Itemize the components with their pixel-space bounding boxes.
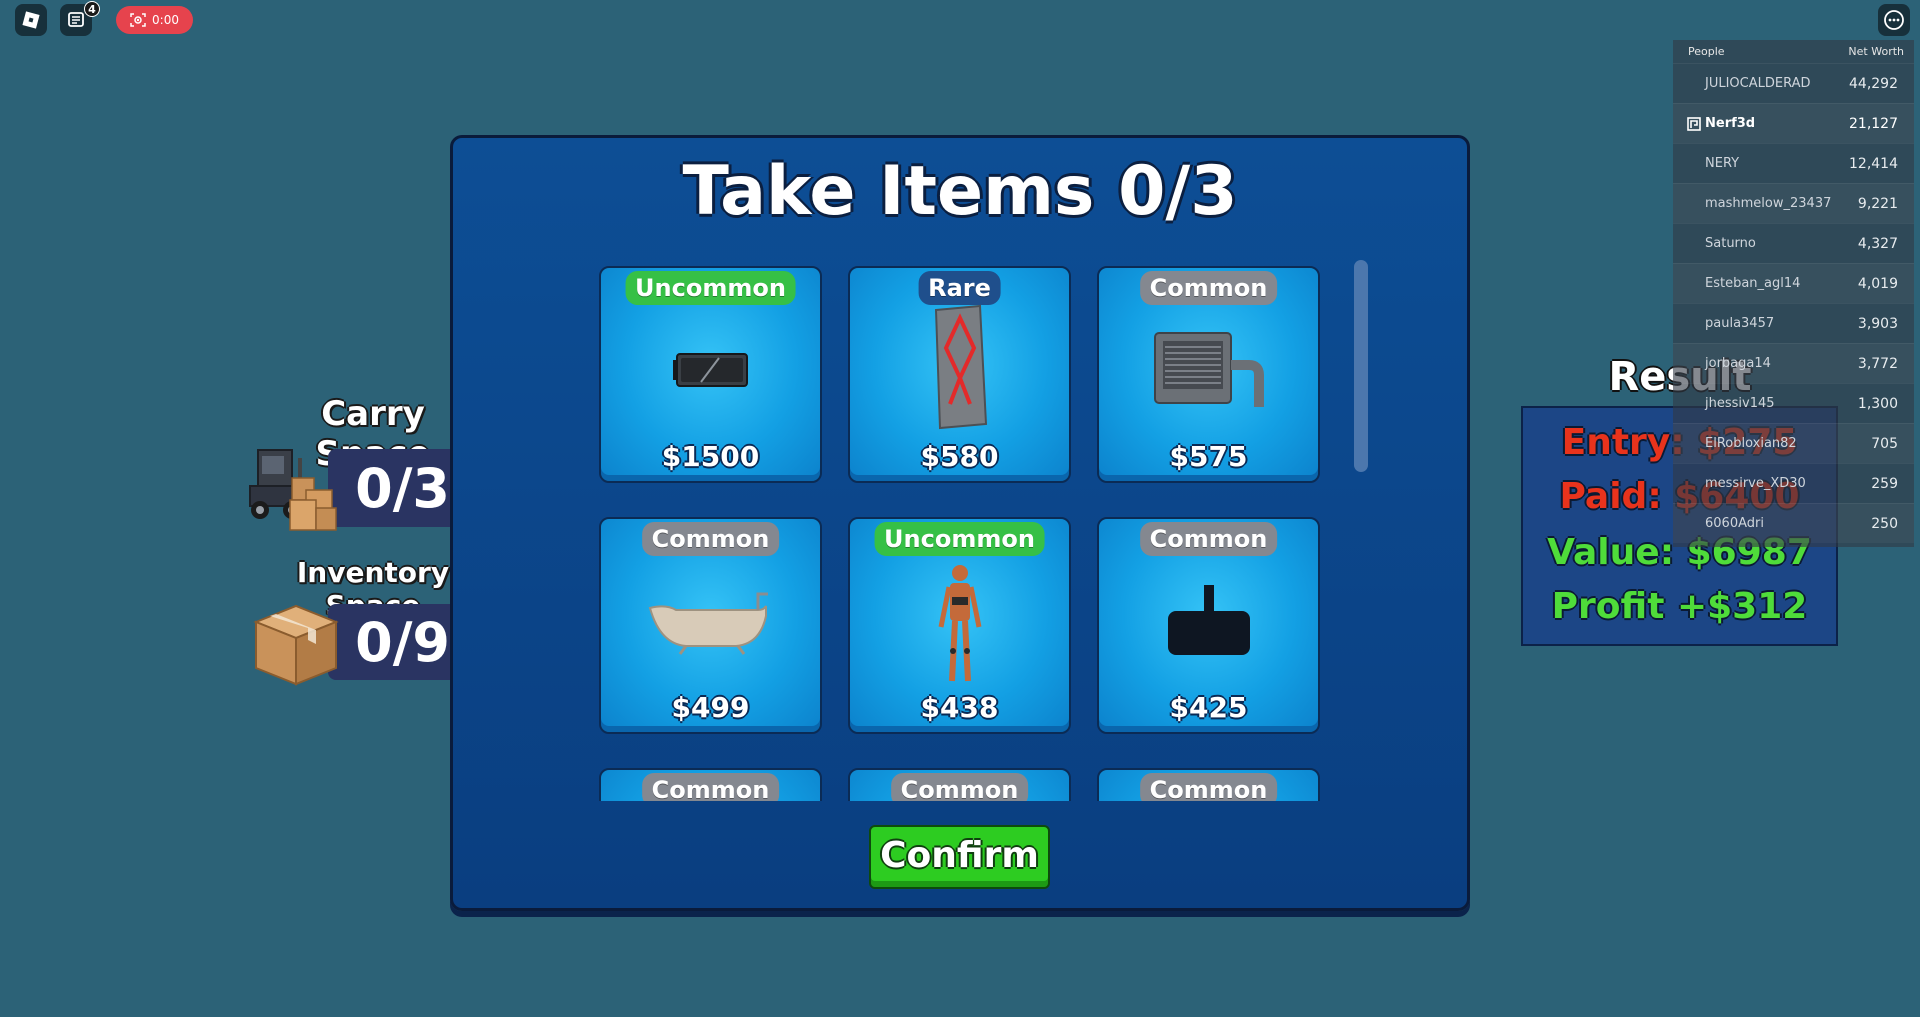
rarity-badge: Rare bbox=[918, 271, 1001, 305]
leaderboard-header: People Net Worth bbox=[1673, 40, 1914, 63]
item-card[interactable]: Common $499 bbox=[599, 517, 822, 734]
result-profit: Profit +$312 bbox=[1551, 586, 1808, 627]
items-scrollbar[interactable] bbox=[1354, 260, 1368, 472]
leaderboard-row[interactable]: messirve_XD30 259 bbox=[1673, 463, 1914, 503]
rarity-badge: Common bbox=[641, 773, 780, 801]
leaderboard-row[interactable]: Nerf3d 21,127 bbox=[1673, 103, 1914, 143]
item-price: $425 bbox=[1169, 691, 1248, 724]
item-price: $1500 bbox=[661, 440, 760, 473]
player-name: jhessiv145 bbox=[1705, 396, 1775, 411]
player-name: NERY bbox=[1705, 156, 1740, 171]
chat-button[interactable]: 4 bbox=[60, 1, 100, 36]
player-networth: 12,414 bbox=[1849, 155, 1898, 172]
leaderboard-row[interactable]: paula3457 3,903 bbox=[1673, 303, 1914, 343]
player-networth: 1,300 bbox=[1857, 395, 1898, 412]
player-name: mashmelow_23437 bbox=[1705, 196, 1832, 211]
confirm-button[interactable]: Confirm bbox=[869, 825, 1050, 889]
player-name: jorbaga14 bbox=[1705, 356, 1771, 371]
leaderboard-row[interactable]: ElRobloxian82 705 bbox=[1673, 423, 1914, 463]
panel-title: Take Items 0/3 bbox=[682, 152, 1238, 231]
rarity-badge: Common bbox=[1139, 522, 1278, 556]
item-card[interactable]: Common bbox=[1097, 768, 1320, 801]
leaderboard-row[interactable]: mashmelow_23437 9,221 bbox=[1673, 183, 1914, 223]
more-dots-icon bbox=[1884, 10, 1904, 30]
leaderboard-row[interactable]: Saturno 4,327 bbox=[1673, 223, 1914, 263]
premium-icon bbox=[1687, 117, 1701, 131]
item-price: $575 bbox=[1169, 440, 1248, 473]
leaderboard-row[interactable]: NERY 12,414 bbox=[1673, 143, 1914, 183]
cardboard-box-icon bbox=[253, 604, 339, 686]
item-card[interactable]: Common $575 bbox=[1097, 266, 1320, 483]
player-networth: 4,019 bbox=[1857, 275, 1898, 292]
roblox-menu-button[interactable] bbox=[15, 4, 47, 36]
player-networth: 705 bbox=[1871, 435, 1898, 452]
chat-icon bbox=[68, 12, 84, 27]
record-time: 0:00 bbox=[152, 13, 179, 27]
ac-unit-icon bbox=[1153, 332, 1264, 407]
rarity-badge: Uncommon bbox=[625, 271, 796, 305]
player-networth: 3,903 bbox=[1857, 315, 1898, 332]
rarity-badge: Uncommon bbox=[874, 522, 1045, 556]
leaderboard-row[interactable]: JULIOCALDERAD 44,292 bbox=[1673, 63, 1914, 103]
player-networth: 250 bbox=[1871, 515, 1898, 532]
item-card[interactable]: Rare $580 bbox=[848, 266, 1071, 483]
item-price: $580 bbox=[920, 440, 999, 473]
leaderboard-row[interactable]: 6060Adri 250 bbox=[1673, 503, 1914, 543]
networth-column-header: Net Worth bbox=[1848, 45, 1904, 58]
item-price: $438 bbox=[920, 691, 999, 724]
player-networth: 4,327 bbox=[1857, 235, 1898, 252]
player-networth: 3,772 bbox=[1857, 355, 1898, 372]
item-card[interactable]: Uncommon $1500 bbox=[599, 266, 822, 483]
leaderboard-row[interactable]: jhessiv145 1,300 bbox=[1673, 383, 1914, 423]
items-grid[interactable]: Uncommon $1500 Rare $580 Common $575 Com… bbox=[596, 265, 1326, 801]
inventory-space-value: 0/9 bbox=[355, 610, 450, 674]
player-name: JULIOCALDERAD bbox=[1705, 76, 1811, 91]
player-name: ElRobloxian82 bbox=[1705, 436, 1797, 451]
item-card[interactable]: Common bbox=[848, 768, 1071, 801]
more-menu-button[interactable] bbox=[1878, 4, 1910, 36]
player-name: Saturno bbox=[1705, 236, 1756, 251]
chat-badge: 4 bbox=[84, 1, 100, 17]
graphics-card-icon bbox=[672, 353, 748, 387]
item-card[interactable]: Common bbox=[599, 768, 822, 801]
record-icon bbox=[130, 13, 146, 27]
leaderboard-row[interactable]: jorbaga14 3,772 bbox=[1673, 343, 1914, 383]
roblox-logo-icon bbox=[22, 11, 40, 29]
player-name: messirve_XD30 bbox=[1705, 476, 1806, 491]
player-name: 6060Adri bbox=[1705, 516, 1764, 531]
record-button[interactable]: 0:00 bbox=[116, 6, 193, 34]
player-name: paula3457 bbox=[1705, 316, 1775, 331]
rarity-badge: Common bbox=[1139, 271, 1278, 305]
forklift-icon bbox=[249, 449, 337, 531]
player-networth: 21,127 bbox=[1849, 115, 1898, 132]
leaderboard-row[interactable]: Esteban_agl14 4,019 bbox=[1673, 263, 1914, 303]
player-name: Esteban_agl14 bbox=[1705, 276, 1801, 291]
carry-space-value: 0/3 bbox=[355, 456, 450, 520]
rarity-badge: Common bbox=[890, 773, 1029, 801]
player-networth: 44,292 bbox=[1849, 75, 1898, 92]
player-networth: 9,221 bbox=[1857, 195, 1898, 212]
rarity-badge: Common bbox=[641, 522, 780, 556]
leaderboard: People Net Worth JULIOCALDERAD 44,292 Ne… bbox=[1673, 40, 1914, 547]
bathtub-icon bbox=[648, 592, 768, 655]
people-column-header: People bbox=[1688, 45, 1725, 58]
player-name: Nerf3d bbox=[1705, 116, 1756, 131]
item-card[interactable]: Uncommon $438 bbox=[848, 517, 1071, 734]
item-price: $499 bbox=[671, 691, 750, 724]
rarity-badge: Common bbox=[1139, 773, 1278, 801]
mannequin-icon bbox=[938, 565, 981, 682]
rune-stone-icon bbox=[934, 304, 987, 430]
vr-headset-icon bbox=[1167, 585, 1250, 655]
player-networth: 259 bbox=[1871, 475, 1898, 492]
item-card[interactable]: Common $425 bbox=[1097, 517, 1320, 734]
